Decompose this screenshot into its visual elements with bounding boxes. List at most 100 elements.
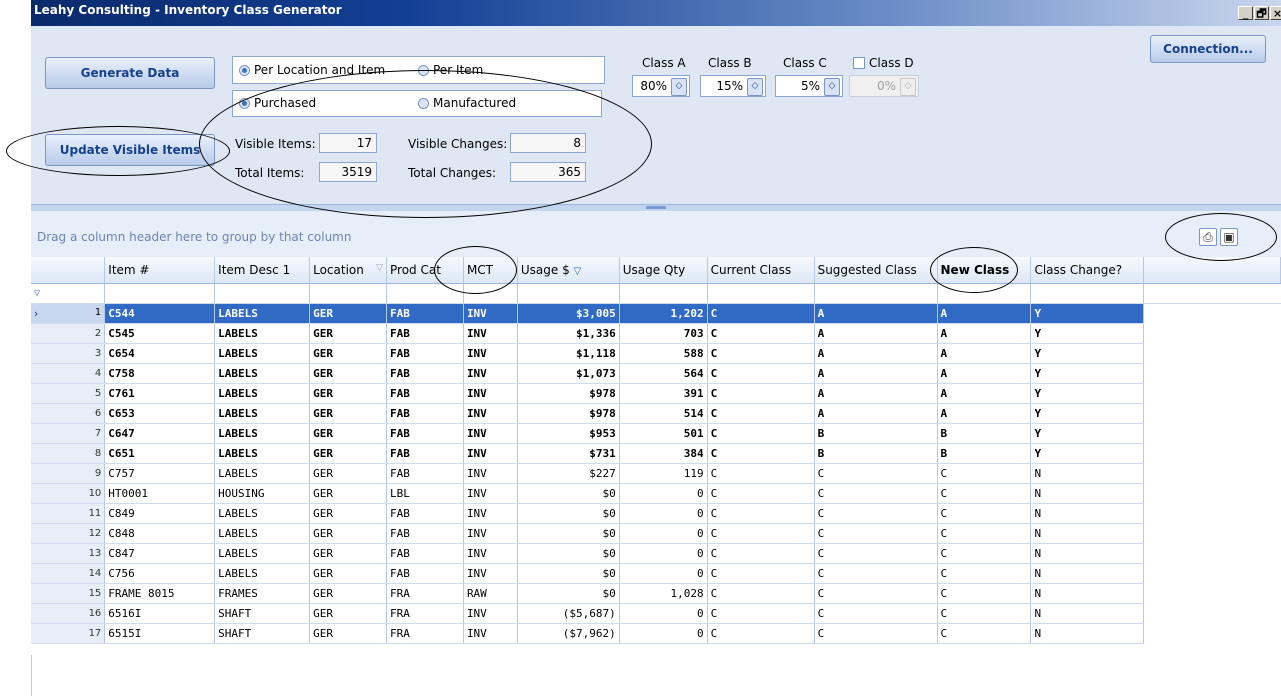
minimize-button[interactable]: _	[1238, 6, 1253, 20]
cell-class-change[interactable]: N	[1030, 543, 1145, 564]
cell-suggested-class[interactable]: C	[814, 523, 938, 544]
cell-item-no[interactable]: C654	[104, 343, 216, 364]
table-row[interactable]: 6 C653 LABELS GER FAB INV $978 514 C A A Y	[31, 403, 1281, 424]
spin-arrows-icon[interactable]: ◇	[747, 78, 763, 96]
cell-item-no[interactable]: C545	[104, 323, 216, 344]
filter-row[interactable]: ▽	[31, 283, 1281, 304]
filter-cell[interactable]	[707, 283, 815, 304]
cell-class-change[interactable]: N	[1030, 483, 1145, 504]
cell-item-desc[interactable]: LABELS	[214, 503, 311, 524]
cell-item-desc[interactable]: LABELS	[214, 343, 311, 364]
cell-item-no[interactable]: C849	[104, 503, 216, 524]
row-number[interactable]: 7	[31, 423, 106, 444]
filter-cell[interactable]	[814, 283, 938, 304]
filter-cell[interactable]	[463, 283, 518, 304]
cell-suggested-class[interactable]: A	[814, 363, 938, 384]
filter-icon[interactable]: ▽	[376, 263, 383, 273]
cell-current-class[interactable]: C	[707, 403, 815, 424]
cell-new-class[interactable]: C	[937, 523, 1032, 544]
cell-item-desc[interactable]: LABELS	[214, 423, 311, 444]
cell-usage-dollars[interactable]: $0	[517, 483, 620, 504]
row-number[interactable]: 9	[31, 463, 106, 484]
row-number[interactable]: 8	[31, 443, 106, 464]
cell-item-desc[interactable]: LABELS	[214, 383, 311, 404]
cell-new-class[interactable]: B	[937, 423, 1032, 444]
cell-class-change[interactable]: N	[1030, 623, 1145, 644]
cell-mct[interactable]: INV	[463, 423, 518, 444]
cell-item-no[interactable]: C651	[104, 443, 216, 464]
filter-cell[interactable]	[386, 283, 464, 304]
cell-prod-cat[interactable]: FAB	[386, 383, 464, 404]
cell-location[interactable]: GER	[309, 523, 388, 544]
cell-location[interactable]: GER	[309, 623, 388, 644]
cell-location[interactable]: GER	[309, 463, 388, 484]
cell-item-desc[interactable]: LABELS	[214, 363, 311, 384]
cell-class-change[interactable]: Y	[1030, 323, 1145, 344]
cell-new-class[interactable]: C	[937, 503, 1032, 524]
cell-suggested-class[interactable]: A	[814, 403, 938, 424]
cell-mct[interactable]: INV	[463, 443, 518, 464]
cell-suggested-class[interactable]: C	[814, 623, 938, 644]
cell-mct[interactable]: RAW	[463, 583, 518, 604]
cell-prod-cat[interactable]: FAB	[386, 503, 464, 524]
cell-prod-cat[interactable]: FAB	[386, 363, 464, 384]
cell-suggested-class[interactable]: A	[814, 383, 938, 404]
cell-usage-dollars[interactable]: $731	[517, 443, 620, 464]
cell-current-class[interactable]: C	[707, 543, 815, 564]
cell-class-change[interactable]: Y	[1030, 383, 1145, 404]
cell-suggested-class[interactable]: B	[814, 443, 938, 464]
cell-item-desc[interactable]: LABELS	[214, 323, 311, 344]
cell-location[interactable]: GER	[309, 363, 388, 384]
spin-arrows-icon[interactable]: ◇	[824, 78, 840, 96]
group-by-area[interactable]: Drag a column header here to group by th…	[31, 211, 1281, 258]
cell-item-desc[interactable]: LABELS	[214, 563, 311, 584]
cell-location[interactable]: GER	[309, 303, 388, 324]
table-row[interactable]: 9 C757 LABELS GER FAB INV $227 119 C C C N	[31, 463, 1281, 484]
cell-item-desc[interactable]: LABELS	[214, 523, 311, 544]
cell-current-class[interactable]: C	[707, 623, 815, 644]
spin-arrows-icon[interactable]: ◇	[671, 78, 687, 96]
cell-prod-cat[interactable]: FAB	[386, 403, 464, 424]
class-c-spinner[interactable]: 5% ◇	[775, 75, 843, 97]
cell-mct[interactable]: INV	[463, 563, 518, 584]
cell-mct[interactable]: INV	[463, 503, 518, 524]
row-number[interactable]: 15	[31, 583, 106, 604]
cell-location[interactable]: GER	[309, 543, 388, 564]
cell-new-class[interactable]: C	[937, 543, 1032, 564]
table-row[interactable]: 2 C545 LABELS GER FAB INV $1,336 703 C A A Y	[31, 323, 1281, 344]
row-number[interactable]: 5	[31, 383, 106, 404]
cell-class-change[interactable]: Y	[1030, 423, 1145, 444]
cell-mct[interactable]: INV	[463, 483, 518, 504]
table-row[interactable]: 7 C647 LABELS GER FAB INV $953 501 C B B Y	[31, 423, 1281, 444]
column-header-prod-cat[interactable]: Prod Cat	[386, 257, 464, 284]
cell-usage-dollars[interactable]: $1,336	[517, 323, 620, 344]
row-number[interactable]: 6	[31, 403, 106, 424]
cell-prod-cat[interactable]: FAB	[386, 543, 464, 564]
cell-usage-dollars[interactable]: $1,073	[517, 363, 620, 384]
cell-usage-dollars[interactable]: $1,118	[517, 343, 620, 364]
cell-item-no[interactable]: C647	[104, 423, 216, 444]
row-number[interactable]: 14	[31, 563, 106, 584]
filter-row-icon[interactable]: ▽	[31, 283, 106, 304]
cell-new-class[interactable]: C	[937, 603, 1032, 624]
class-b-spinner[interactable]: 15% ◇	[700, 75, 766, 97]
column-header-class-change[interactable]: Class Change?	[1030, 257, 1145, 284]
cell-item-no[interactable]: C761	[104, 383, 216, 404]
cell-class-change[interactable]: Y	[1030, 343, 1145, 364]
cell-new-class[interactable]: B	[937, 443, 1032, 464]
class-d-checkbox[interactable]	[853, 57, 865, 69]
cell-item-desc[interactable]: LABELS	[214, 543, 311, 564]
cell-item-desc[interactable]: SHAFT	[214, 603, 311, 624]
cell-usage-qty[interactable]: 384	[619, 443, 708, 464]
cell-new-class[interactable]: A	[937, 343, 1032, 364]
print-icon[interactable]: ⎙	[1199, 228, 1217, 246]
row-number[interactable]: 17	[31, 623, 106, 644]
table-row[interactable]: 15 FRAME 8015 FRAMES GER FRA RAW $0 1,028 C C C N	[31, 583, 1281, 604]
cell-mct[interactable]: INV	[463, 303, 518, 324]
table-row[interactable]: 4 C758 LABELS GER FAB INV $1,073 564 C A A Y	[31, 363, 1281, 384]
cell-usage-qty[interactable]: 564	[619, 363, 708, 384]
cell-new-class[interactable]: A	[937, 303, 1032, 324]
table-row[interactable]: 10 HT0001 HOUSING GER LBL INV $0 0 C C C N	[31, 483, 1281, 504]
close-button[interactable]: ×	[1270, 6, 1281, 20]
cell-usage-dollars[interactable]: $0	[517, 583, 620, 604]
